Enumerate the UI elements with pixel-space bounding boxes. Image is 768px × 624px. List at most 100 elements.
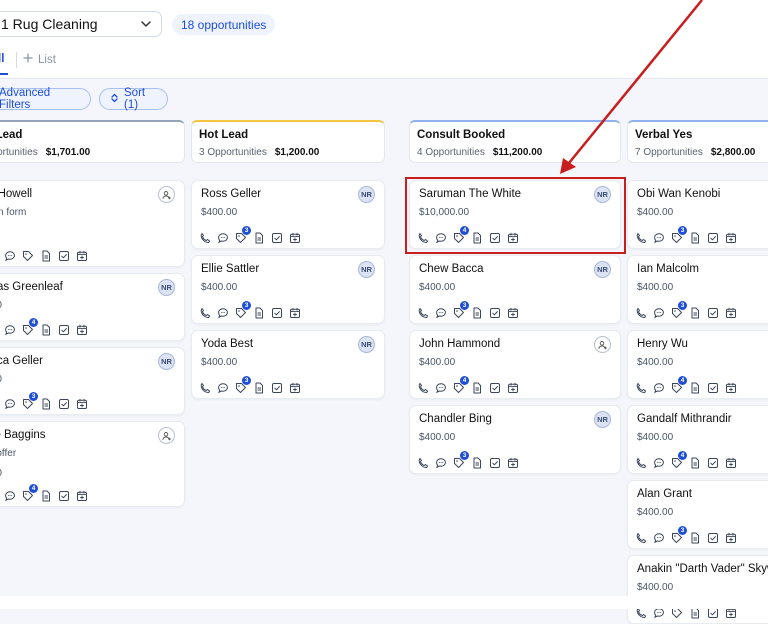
assign-user-icon[interactable] <box>158 427 175 444</box>
document-icon[interactable] <box>689 532 701 544</box>
document-icon[interactable] <box>689 382 701 394</box>
tag-icon[interactable]: 4 <box>671 376 687 394</box>
tag-icon[interactable] <box>22 250 34 262</box>
opportunity-card[interactable]: Anakin "Darth Vader" Skywa $400.00 <box>627 555 768 624</box>
calendar-icon[interactable] <box>725 532 737 544</box>
sort-button[interactable]: Sort (1) <box>99 87 168 111</box>
phone-icon[interactable] <box>635 232 647 244</box>
message-icon[interactable] <box>653 232 665 244</box>
tag-icon[interactable]: 3 <box>235 301 251 319</box>
phone-icon[interactable] <box>199 307 211 319</box>
message-icon[interactable] <box>4 324 16 336</box>
phone-icon[interactable] <box>635 382 647 394</box>
message-icon[interactable] <box>653 532 665 544</box>
tag-icon[interactable]: 3 <box>671 526 687 544</box>
task-check-icon[interactable] <box>271 232 283 244</box>
task-check-icon[interactable] <box>707 382 719 394</box>
tag-icon[interactable]: 3 <box>22 392 38 410</box>
message-icon[interactable] <box>435 307 447 319</box>
task-check-icon[interactable] <box>58 490 70 502</box>
phone-icon[interactable] <box>199 382 211 394</box>
message-icon[interactable] <box>4 490 16 502</box>
opportunity-card[interactable]: nica Geller .00 NR 3 <box>0 347 185 415</box>
opportunity-card[interactable]: Henry Wu $400.00 4 <box>627 330 768 399</box>
message-icon[interactable] <box>653 307 665 319</box>
opportunity-card[interactable]: Chew Bacca $400.00 NR 3 <box>409 255 621 324</box>
phone-icon[interactable] <box>417 307 429 319</box>
tab-all[interactable]: ll <box>0 53 4 65</box>
calendar-icon[interactable] <box>76 324 88 336</box>
message-icon[interactable] <box>217 232 229 244</box>
document-icon[interactable] <box>253 382 265 394</box>
opportunity-card[interactable]: Yoda Best $400.00 NR 3 <box>191 330 385 399</box>
opportunity-card[interactable]: John Hammond $400.00 4 <box>409 330 621 399</box>
opportunity-card[interactable]: Ian Malcolm $400.00 3 <box>627 255 768 324</box>
phone-icon[interactable] <box>635 307 647 319</box>
phone-icon[interactable] <box>635 457 647 469</box>
document-icon[interactable] <box>253 232 265 244</box>
calendar-icon[interactable] <box>725 457 737 469</box>
task-check-icon[interactable] <box>707 457 719 469</box>
document-icon[interactable] <box>40 324 52 336</box>
calendar-icon[interactable] <box>76 490 88 502</box>
tag-icon[interactable]: 4 <box>453 376 469 394</box>
tag-icon[interactable]: 3 <box>453 301 469 319</box>
tag-icon[interactable]: 3 <box>235 376 251 394</box>
phone-icon[interactable] <box>417 457 429 469</box>
tag-icon[interactable]: 3 <box>671 226 687 244</box>
advanced-filters-button[interactable]: Advanced Filters <box>0 87 91 111</box>
calendar-icon[interactable] <box>725 232 737 244</box>
task-check-icon[interactable] <box>707 307 719 319</box>
message-icon[interactable] <box>653 457 665 469</box>
message-icon[interactable] <box>435 457 447 469</box>
calendar-icon[interactable] <box>289 232 301 244</box>
opportunity-card[interactable]: Chandler Bing $400.00 NR 3 <box>409 405 621 474</box>
calendar-icon[interactable] <box>725 382 737 394</box>
document-icon[interactable] <box>40 250 52 262</box>
assign-user-icon[interactable] <box>594 336 611 353</box>
tag-icon[interactable]: 4 <box>22 318 38 336</box>
tag-icon[interactable]: 3 <box>671 301 687 319</box>
document-icon[interactable] <box>689 457 701 469</box>
phone-icon[interactable] <box>199 232 211 244</box>
assign-user-icon[interactable] <box>158 186 175 203</box>
document-icon[interactable] <box>471 307 483 319</box>
task-check-icon[interactable] <box>271 307 283 319</box>
task-check-icon[interactable] <box>489 457 501 469</box>
phone-icon[interactable] <box>417 382 429 394</box>
calendar-icon[interactable] <box>507 382 519 394</box>
opportunity-card[interactable]: olas Greenleaf .00 NR 4 <box>0 273 185 341</box>
calendar-icon[interactable] <box>76 250 88 262</box>
opportunity-card[interactable]: Gandalf Mithrandir $400.00 4 <box>627 405 768 474</box>
opportunity-card[interactable]: n Howell k in form <box>0 180 185 267</box>
opportunity-card[interactable]: Alan Grant $400.00 3 <box>627 480 768 549</box>
document-icon[interactable] <box>471 457 483 469</box>
tag-icon[interactable]: 4 <box>22 484 38 502</box>
document-icon[interactable] <box>253 307 265 319</box>
message-icon[interactable] <box>4 250 16 262</box>
document-icon[interactable] <box>40 398 52 410</box>
task-check-icon[interactable] <box>58 250 70 262</box>
message-icon[interactable] <box>217 307 229 319</box>
tab-list[interactable]: List <box>23 53 56 66</box>
tag-icon[interactable]: 3 <box>453 451 469 469</box>
calendar-icon[interactable] <box>725 307 737 319</box>
message-icon[interactable] <box>4 398 16 410</box>
message-icon[interactable] <box>435 382 447 394</box>
task-check-icon[interactable] <box>489 382 501 394</box>
opportunity-card[interactable]: Ellie Sattler $400.00 NR 3 <box>191 255 385 324</box>
document-icon[interactable] <box>689 232 701 244</box>
calendar-icon[interactable] <box>507 307 519 319</box>
opportunity-card[interactable]: do Baggins a offer .00 4 <box>0 421 185 507</box>
pipeline-select[interactable]: 1 Rug Cleaning <box>0 11 162 37</box>
calendar-icon[interactable] <box>289 382 301 394</box>
task-check-icon[interactable] <box>707 232 719 244</box>
task-check-icon[interactable] <box>271 382 283 394</box>
calendar-icon[interactable] <box>76 398 88 410</box>
task-check-icon[interactable] <box>58 324 70 336</box>
message-icon[interactable] <box>653 382 665 394</box>
document-icon[interactable] <box>40 490 52 502</box>
calendar-icon[interactable] <box>289 307 301 319</box>
document-icon[interactable] <box>471 382 483 394</box>
tag-icon[interactable]: 4 <box>671 451 687 469</box>
